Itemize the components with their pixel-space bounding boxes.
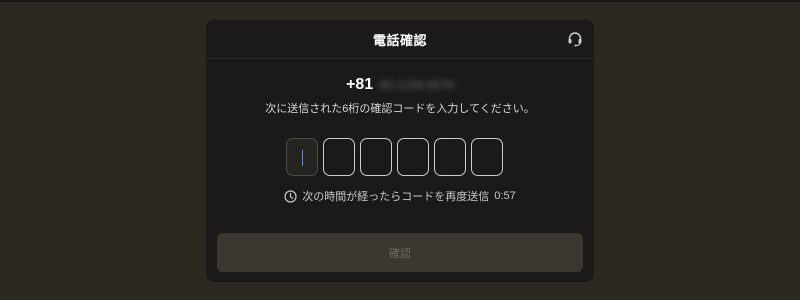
resend-timer: 0:57 <box>494 190 515 202</box>
otp-digit-2[interactable] <box>323 138 355 176</box>
otp-digit-3[interactable] <box>360 138 392 176</box>
clock-icon <box>284 190 297 203</box>
phone-verification-dialog: 電話確認 +81 80-1234-5678 次に送信された6桁の確認コードを入力し… <box>206 20 594 282</box>
otp-input-group <box>286 138 503 176</box>
confirm-button[interactable]: 確認 <box>217 233 583 272</box>
otp-digit-4[interactable] <box>397 138 429 176</box>
otp-digit-6[interactable] <box>471 138 503 176</box>
country-code: +81 <box>346 76 373 93</box>
dialog-header: 電話確認 <box>206 20 594 59</box>
dialog-title: 電話確認 <box>373 30 427 49</box>
otp-digit-5[interactable] <box>434 138 466 176</box>
otp-digit-1[interactable] <box>286 138 318 176</box>
text-caret <box>302 150 303 166</box>
instruction-text: 次に送信された6桁の確認コードを入力してください。 <box>206 100 594 116</box>
resend-text: 次の時間が経ったらコードを再度送信 <box>302 188 489 204</box>
resend-countdown: 次の時間が経ったらコードを再度送信 0:57 <box>206 188 594 204</box>
phone-number-display: +81 80-1234-5678 <box>206 76 594 96</box>
headset-icon[interactable] <box>566 30 584 48</box>
top-strip <box>0 0 800 2</box>
phone-number-masked: 80-1234-5678 <box>379 78 454 92</box>
